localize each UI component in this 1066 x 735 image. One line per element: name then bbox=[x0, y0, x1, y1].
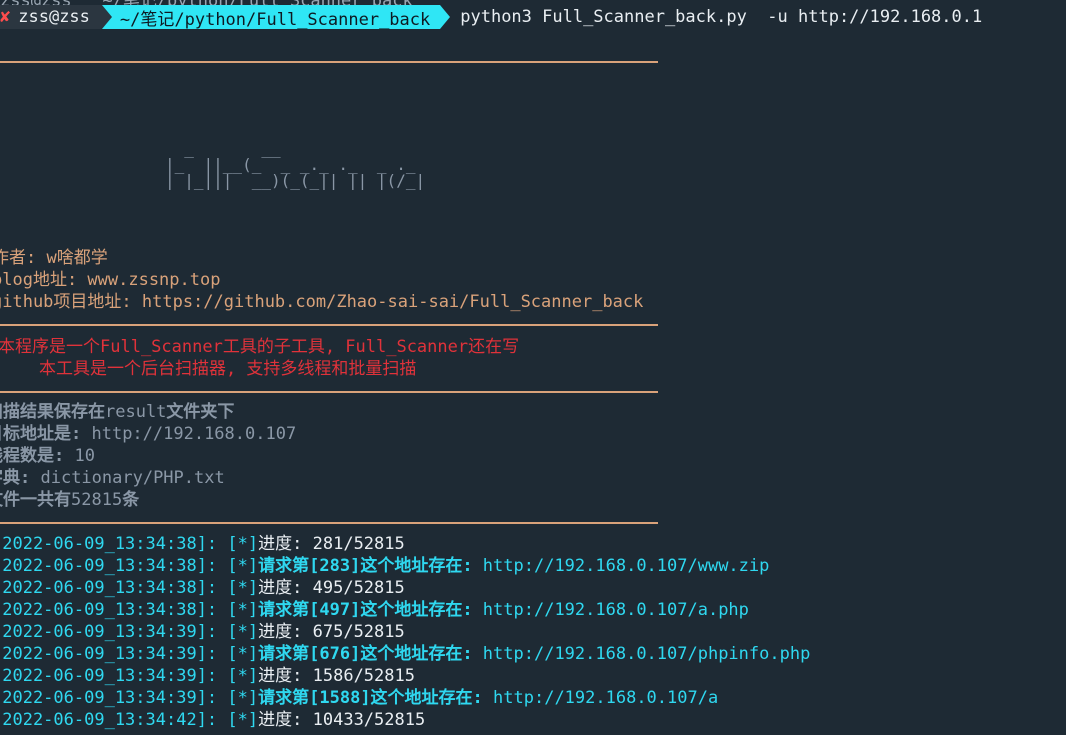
divider bbox=[0, 522, 658, 524]
log-line: [2022-06-09_13:34:39]: [*]进度: 1586/52815 bbox=[0, 666, 415, 686]
command-text: python3 Full_Scanner_back.py -u http://1… bbox=[460, 7, 983, 27]
log-line: [2022-06-09_13:34:42]: [*]进度: 10433/5281… bbox=[0, 710, 426, 730]
shell-prompt: ✘ zss@zss ~/笔记/python/Full_Scanner_back … bbox=[0, 5, 983, 30]
log-line: [2022-06-09_13:34:38]: [*]进度: 495/52815 bbox=[0, 578, 405, 598]
divider bbox=[0, 391, 658, 393]
log-line: [2022-06-09_13:34:38]: [*]请求第[497]这个地址存在… bbox=[0, 600, 749, 620]
log-line: [2022-06-09_13:34:38]: [*]请求第[283]这个地址存在… bbox=[0, 556, 770, 576]
error-status-icon: ✘ bbox=[0, 7, 11, 27]
threads-line: 线程数是: 10 bbox=[0, 446, 95, 466]
author-line: 作者: w啥都学 bbox=[0, 248, 108, 268]
prompt-user: zss@zss bbox=[18, 7, 90, 27]
powerline-arrow-icon bbox=[440, 5, 451, 29]
target-line: 目标地址是: http://192.168.0.107 bbox=[0, 424, 297, 444]
log-line: [2022-06-09_13:34:39]: [*]请求第[676]这个地址存在… bbox=[0, 644, 811, 664]
terminal-window[interactable]: zss@zss ~/笔记/python/Full_Scanner_back ✘ … bbox=[0, 0, 1066, 735]
blog-line: blog地址: www.zssnp.top bbox=[0, 270, 221, 290]
prompt-path: ~/笔记/python/Full_Scanner_back bbox=[119, 9, 431, 30]
notice-line: 本工具是一个后台扫描器, 支持多线程和批量扫描 bbox=[0, 359, 417, 379]
divider bbox=[0, 324, 658, 326]
github-line: github项目地址: https://github.com/Zhao-sai-… bbox=[0, 292, 644, 312]
divider bbox=[0, 61, 658, 63]
banner-line: | |_||| __)(_(_|| || |(/_| bbox=[165, 171, 426, 190]
prompt-user-segment: ✘ zss@zss bbox=[0, 5, 102, 29]
log-line: [2022-06-09_13:34:39]: [*]进度: 675/52815 bbox=[0, 622, 405, 642]
save-path-line: 扫描结果保存在result文件夹下 bbox=[0, 402, 235, 422]
prompt-path-segment: ~/笔记/python/Full_Scanner_back bbox=[111, 5, 441, 30]
log-line: [2022-06-09_13:34:39]: [*]请求第[1588]这个地址存… bbox=[0, 688, 719, 708]
file-count-line: 文件一共有52815条 bbox=[0, 490, 140, 510]
dictionary-line: 字典: dictionary/PHP.txt bbox=[0, 468, 225, 488]
powerline-arrow-icon bbox=[101, 5, 112, 29]
notice-line: 本程序是一个Full_Scanner工具的子工具, Full_Scanner还在… bbox=[0, 337, 520, 357]
log-line: [2022-06-09_13:34:38]: [*]进度: 281/52815 bbox=[0, 534, 405, 554]
ascii-banner: _ __ |_ ||__(_ _ _._ ._ _ ._ | |_||| __)… bbox=[165, 141, 425, 189]
